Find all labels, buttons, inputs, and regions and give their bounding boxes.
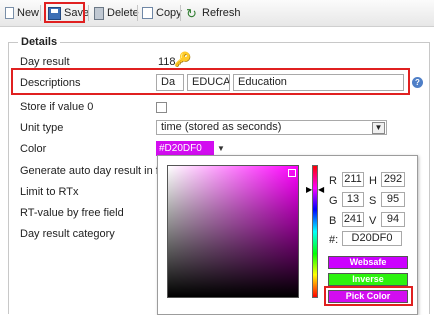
toolbar-separator bbox=[180, 5, 181, 21]
color-label: Color bbox=[20, 143, 47, 155]
details-legend: Details bbox=[18, 36, 61, 48]
b-input[interactable]: 241 bbox=[342, 212, 364, 227]
description-language-field[interactable]: Da bbox=[156, 74, 184, 91]
color-swatch-field[interactable]: #D20DF0 bbox=[156, 141, 214, 156]
key-icon: 🔑 bbox=[174, 51, 192, 67]
toolbar-separator bbox=[137, 5, 138, 21]
trash-icon bbox=[94, 6, 104, 20]
r-label: R bbox=[329, 175, 337, 187]
new-document-icon bbox=[5, 7, 14, 19]
refresh-button[interactable]: ↻ Refresh bbox=[186, 4, 241, 22]
color-dropdown-chevron-icon[interactable]: ▼ bbox=[215, 141, 227, 156]
category-label: Day result category bbox=[20, 228, 115, 240]
s-input[interactable]: 95 bbox=[381, 192, 405, 207]
chevron-down-icon: ▼ bbox=[372, 122, 385, 134]
hue-arrow-left-icon[interactable]: ▶ bbox=[306, 185, 312, 194]
day-result-label: Day result bbox=[20, 56, 70, 68]
copy-icon bbox=[142, 7, 153, 19]
v-input[interactable]: 94 bbox=[381, 212, 405, 227]
color-cursor-icon[interactable] bbox=[288, 169, 296, 177]
description-text-field[interactable]: Education bbox=[233, 74, 404, 91]
b-label: B bbox=[329, 215, 337, 227]
saturation-value-area[interactable] bbox=[167, 165, 299, 298]
refresh-icon: ↻ bbox=[186, 5, 197, 21]
limit-label: Limit to RTx bbox=[20, 186, 79, 198]
day-result-value: 118 bbox=[158, 56, 176, 68]
copy-label: Copy bbox=[156, 7, 182, 19]
description-code-field[interactable]: EDUCAT bbox=[187, 74, 230, 91]
toolbar-separator bbox=[40, 5, 41, 21]
hex-input[interactable]: D20DF0 bbox=[342, 231, 402, 246]
save-button[interactable]: Save bbox=[48, 4, 89, 22]
websafe-button[interactable]: Websafe bbox=[328, 256, 408, 269]
delete-label: Delete bbox=[107, 7, 139, 19]
refresh-label: Refresh bbox=[202, 7, 241, 19]
h-input[interactable]: 292 bbox=[381, 172, 405, 187]
copy-button[interactable]: Copy bbox=[142, 4, 182, 22]
h-label: H bbox=[369, 175, 377, 187]
store-if-zero-label: Store if value 0 bbox=[20, 101, 94, 113]
inverse-button[interactable]: Inverse bbox=[328, 273, 408, 286]
v-label: V bbox=[369, 215, 377, 227]
r-input[interactable]: 211 bbox=[342, 172, 364, 187]
rt-value-label: RT-value by free field bbox=[20, 207, 124, 219]
new-button[interactable]: New bbox=[5, 4, 39, 22]
g-input[interactable]: 13 bbox=[342, 192, 364, 207]
toolbar: New Save Delete Copy ↻ Refresh bbox=[0, 0, 434, 27]
delete-button[interactable]: Delete bbox=[94, 4, 139, 22]
descriptions-label: Descriptions bbox=[20, 77, 81, 89]
save-label: Save bbox=[64, 7, 90, 19]
g-label: G bbox=[329, 195, 338, 207]
hue-arrow-right-icon[interactable]: ◀ bbox=[318, 185, 324, 194]
unit-type-select[interactable]: time (stored as seconds) ▼ bbox=[156, 120, 387, 135]
new-label: New bbox=[17, 7, 40, 19]
toolbar-separator bbox=[88, 5, 89, 21]
floppy-disk-icon bbox=[48, 6, 61, 20]
store-if-zero-checkbox[interactable] bbox=[156, 102, 167, 113]
hex-label: #: bbox=[329, 234, 339, 246]
unit-type-value: time (stored as seconds) bbox=[161, 121, 282, 133]
help-icon[interactable]: ? bbox=[412, 77, 423, 88]
pick-color-button[interactable]: Pick Color bbox=[328, 290, 408, 303]
unit-type-label: Unit type bbox=[20, 122, 64, 134]
s-label: S bbox=[369, 195, 377, 207]
